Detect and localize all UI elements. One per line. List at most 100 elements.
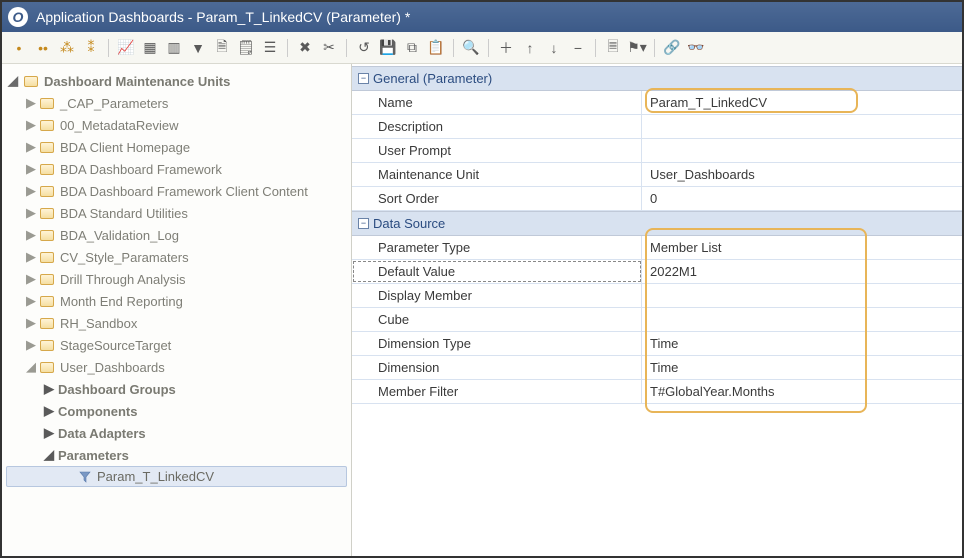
tb-down-icon[interactable]: ↓ [543,37,565,59]
property-label: Sort Order [352,187,642,210]
property-value[interactable]: Param_T_LinkedCV [642,91,962,114]
property-value[interactable]: 0 [642,187,962,210]
tb-glasses-icon[interactable]: 👓 [685,37,707,59]
tb-doc-icon[interactable]: 🗎 [211,37,233,59]
tb-page-icon[interactable]: 🗏 [602,37,624,59]
section-datasource-header[interactable]: − Data Source [352,211,962,236]
tree-item[interactable]: ▶ 00_MetadataReview [6,114,347,136]
property-row[interactable]: Description [352,115,962,139]
property-row[interactable]: Member FilterT#GlobalYear.Months [352,380,962,404]
app-window: O Application Dashboards - Param_T_Linke… [0,0,964,558]
tree-item-label: Parameters [58,448,129,463]
caret-right-icon: ▶ [26,161,34,177]
app-logo-icon: O [8,7,28,27]
tree-item[interactable]: ◢Parameters [6,444,347,466]
tb-dot-icon[interactable]: • [8,37,30,59]
tree-item-label: Param_T_LinkedCV [97,469,214,484]
tb-chart-icon[interactable]: 📈 [115,37,137,59]
tree-item[interactable]: ▶Components [6,400,347,422]
tree-item[interactable]: ▶Dashboard Groups [6,378,347,400]
tree-item[interactable]: ▶Month End Reporting [6,290,347,312]
property-value[interactable]: Time [642,332,962,355]
tree-item[interactable]: ▶StageSourceTarget [6,334,347,356]
tb-tree-icon[interactable]: ⁂ [56,37,78,59]
property-value[interactable] [642,139,962,162]
property-value[interactable]: User_Dashboards [642,163,962,186]
tb-table-icon[interactable]: ▥ [163,37,185,59]
tree-item[interactable]: ▶BDA Standard Utilities [6,202,347,224]
tree-item-selected[interactable]: Param_T_LinkedCV [6,466,347,487]
tb-search-icon[interactable]: 🔍 [460,37,482,59]
tree-item[interactable]: ▶BDA_Validation_Log [6,224,347,246]
tb-tree2-icon[interactable]: ⁑ [80,37,102,59]
tb-cut-icon[interactable]: ✂ [318,37,340,59]
property-value[interactable] [642,284,962,307]
folder-icon [40,340,54,351]
tb-grid-icon[interactable]: ▦ [139,37,161,59]
property-value[interactable]: Time [642,356,962,379]
tb-paste-icon[interactable]: 📋 [425,37,447,59]
caret-down-icon: ◢ [8,73,18,89]
property-label: Display Member [352,284,642,307]
tree-item[interactable]: ▶BDA Client Homepage [6,136,347,158]
tb-undo-icon[interactable]: ↺ [353,37,375,59]
tree-item-label: _CAP_Parameters [60,96,168,111]
property-value[interactable]: 2022M1 [642,260,962,283]
property-value[interactable] [642,308,962,331]
tb-list-icon[interactable]: ☰ [259,37,281,59]
collapse-icon[interactable]: − [358,73,369,84]
property-row[interactable]: Maintenance UnitUser_Dashboards [352,163,962,187]
tree-root[interactable]: ◢ Dashboard Maintenance Units [6,70,347,92]
property-row[interactable]: Dimension TypeTime [352,332,962,356]
tree-item[interactable]: ◢User_Dashboards [6,356,347,378]
collapse-icon[interactable]: − [358,218,369,229]
tree-item[interactable]: ▶ BDA Dashboard Framework [6,158,347,180]
tree-item-label: BDA Dashboard Framework [60,162,222,177]
tb-link-icon[interactable]: 🔗 [661,37,683,59]
tb-delete-icon[interactable]: ✖ [294,37,316,59]
tb-add-icon[interactable]: ＋ [495,37,517,59]
tb-filter-icon[interactable]: ▼ [187,37,209,59]
property-row[interactable]: Default Value2022M1 [352,260,962,284]
property-row[interactable]: Parameter TypeMember List [352,236,962,260]
tree-item-label: Data Adapters [58,426,146,441]
section-general-header[interactable]: − General (Parameter) [352,66,962,91]
property-row[interactable]: NameParam_T_LinkedCV [352,91,962,115]
tree-item[interactable]: ▶RH_Sandbox [6,312,347,334]
tree-item[interactable]: ▶BDA Dashboard Framework Client Content [6,180,347,202]
property-value[interactable] [642,115,962,138]
tb-dots-icon[interactable]: •• [32,37,54,59]
caret-right-icon: ▶ [26,205,34,221]
caret-right-icon: ▶ [26,117,34,133]
window-title: Application Dashboards - Param_T_LinkedC… [36,9,410,25]
property-row[interactable]: Sort Order0 [352,187,962,211]
tb-minus-icon[interactable]: − [567,37,589,59]
property-value[interactable]: T#GlobalYear.Months [642,380,962,403]
tb-copy-icon[interactable]: ⧉ [401,37,423,59]
property-row[interactable]: Cube [352,308,962,332]
tree-item[interactable]: ▶Drill Through Analysis [6,268,347,290]
tb-up-icon[interactable]: ↑ [519,37,541,59]
property-row[interactable]: DimensionTime [352,356,962,380]
folder-icon [40,230,54,241]
tree-item[interactable]: ▶Data Adapters [6,422,347,444]
property-row[interactable]: Display Member [352,284,962,308]
property-label: Dimension Type [352,332,642,355]
caret-right-icon: ▶ [26,183,34,199]
tb-save-icon[interactable]: 💾 [377,37,399,59]
tree-item-label: 00_MetadataReview [60,118,179,133]
folder-icon [40,318,54,329]
separator [108,39,109,57]
tb-notes-icon[interactable]: 🗒 [235,37,257,59]
section-header-label: General (Parameter) [373,71,492,86]
property-value[interactable]: Member List [642,236,962,259]
folder-icon [40,142,54,153]
property-row[interactable]: User Prompt [352,139,962,163]
property-label: Member Filter [352,380,642,403]
tree-item[interactable]: ▶_CAP_Parameters [6,92,347,114]
property-label: Default Value [352,260,642,283]
folder-icon [40,296,54,307]
tb-flag-icon[interactable]: ⚑▾ [626,37,648,59]
tree-item[interactable]: ▶CV_Style_Paramaters [6,246,347,268]
tree-item-label: BDA Client Homepage [60,140,190,155]
